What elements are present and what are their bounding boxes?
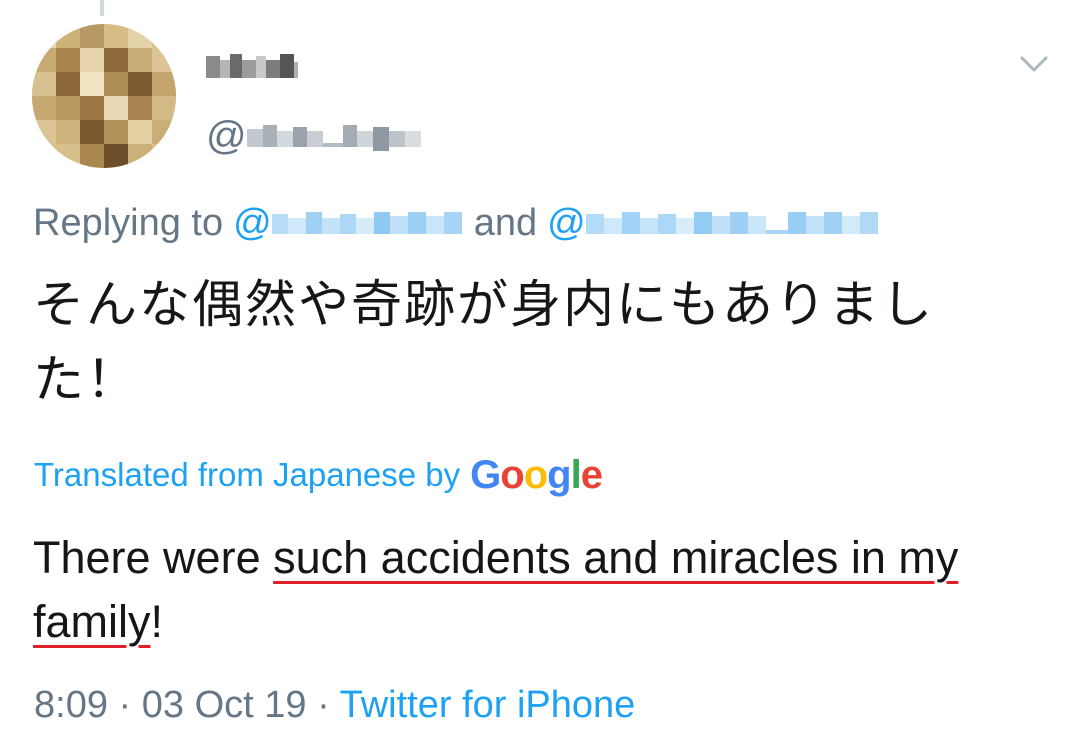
mention-1-redacted — [271, 208, 464, 238]
replying-to-label: Replying to — [33, 202, 224, 244]
and-label: and — [473, 202, 538, 244]
meta-separator: · — [107, 684, 142, 726]
replying-to-line: Replying to @ and @ — [33, 198, 878, 248]
meta-separator: · — [306, 684, 340, 726]
tweet-time: 8:09 — [34, 684, 108, 726]
tweet-source-link[interactable]: Twitter for iPhone — [340, 684, 636, 726]
chevron-down-icon[interactable] — [1014, 46, 1054, 80]
user-handle[interactable]: @ — [206, 112, 423, 160]
translation-attribution[interactable]: Translated from Japanese by Google — [34, 450, 603, 500]
translation-text-end: ! — [150, 596, 164, 647]
handle-at-sign: @ — [206, 114, 247, 158]
avatar[interactable] — [32, 24, 176, 168]
translated-label: Translated from Japanese by — [34, 456, 461, 493]
google-logo: Google — [470, 453, 603, 497]
tweet-card[interactable]: @ Replying to @ and @ そんな偶然や奇跡が身内にもありました… — [0, 0, 1080, 739]
tweet-text-original: そんな偶然や奇跡が身内にもありました！ — [33, 276, 935, 410]
mention-2-redacted — [585, 208, 878, 238]
handle-redacted — [246, 121, 423, 151]
thread-connector-line — [100, 0, 104, 16]
mention-link-2[interactable]: @ — [547, 198, 878, 248]
mention-2-at-sign: @ — [547, 202, 586, 244]
tweet-meta: 8:09 · 03 Oct 19 · Twitter for iPhone — [34, 680, 635, 730]
tweet-text-translated: There were such accidents and miracles i… — [33, 526, 1043, 654]
display-name-redacted[interactable] — [206, 50, 298, 84]
mention-link-1[interactable]: @ — [233, 198, 464, 248]
mention-1-at-sign: @ — [233, 202, 272, 244]
tweet-date: 03 Oct 19 — [141, 684, 307, 726]
translation-text-start: There were — [33, 532, 274, 583]
